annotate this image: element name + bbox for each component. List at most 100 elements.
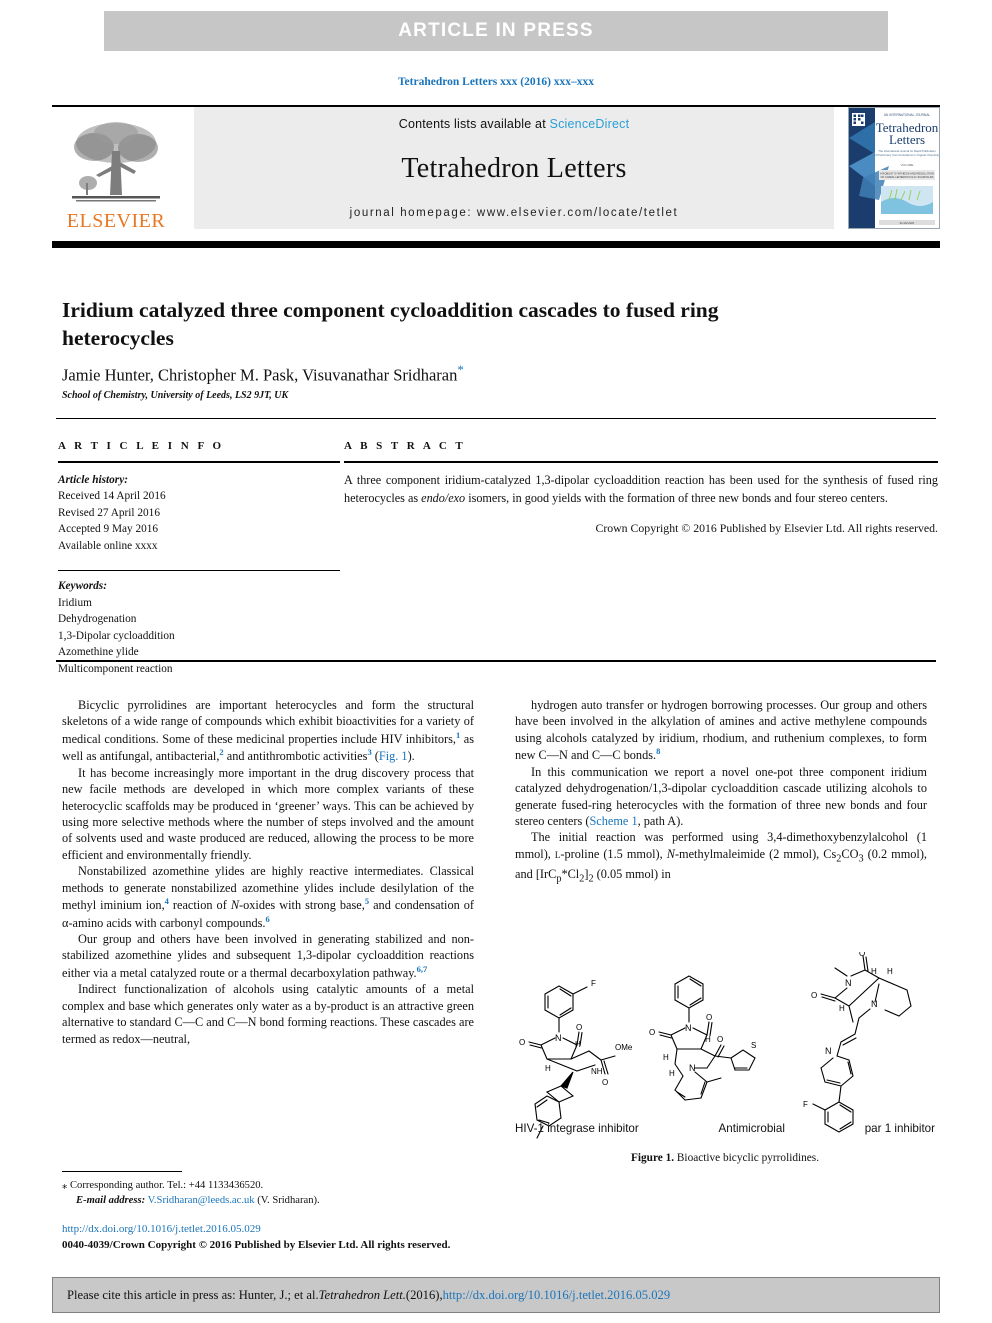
journal-cover-image: AN INTERNATIONAL JOURNAL Tetrahedron Let… bbox=[849, 108, 940, 228]
svg-text:N: N bbox=[555, 1033, 562, 1043]
svg-text:N: N bbox=[825, 1046, 832, 1056]
corresponding-author-note: ⁎ Corresponding author. Tel.: +44 113343… bbox=[62, 1178, 482, 1193]
body-paragraph: hydrogen auto transfer or hydrogen borro… bbox=[515, 698, 927, 763]
journal-homepage-line[interactable]: journal homepage: www.elsevier.com/locat… bbox=[350, 207, 679, 219]
figure-caption-text: Bioactive bicyclic pyrrolidines. bbox=[674, 1152, 820, 1164]
history-item: Accepted 9 May 2016 bbox=[58, 523, 159, 536]
elsevier-wordmark: ELSEVIER bbox=[66, 210, 166, 232]
masthead-bottom-rule bbox=[52, 241, 940, 248]
svg-text:N: N bbox=[845, 978, 852, 988]
abstract-emphasis: endo/exo bbox=[421, 490, 466, 505]
body-column-right: hydrogen auto transfer or hydrogen borro… bbox=[515, 697, 927, 886]
elsevier-tree-icon bbox=[72, 122, 160, 202]
svg-text:O: O bbox=[602, 1078, 608, 1087]
doi-block: http://dx.doi.org/10.1016/j.tetlet.2016.… bbox=[62, 1222, 522, 1253]
keyword-item: Multicomponent reaction bbox=[58, 662, 173, 675]
email-address-label: E-mail address: bbox=[76, 1195, 146, 1207]
abstract-column: A B S T R A C T A three component iridiu… bbox=[344, 440, 938, 536]
svg-text:VOLUME: VOLUME bbox=[901, 163, 914, 167]
body-paragraph: Nonstabilized azomethine ylides are high… bbox=[62, 864, 475, 930]
svg-text:O: O bbox=[519, 1038, 525, 1047]
journal-title: Tetrahedron Letters bbox=[401, 153, 627, 184]
svg-text:F: F bbox=[591, 979, 596, 988]
article-in-press-banner: ARTICLE IN PRESS bbox=[104, 11, 888, 51]
cite-this-article-bar: Please cite this article in press as: Hu… bbox=[52, 1277, 940, 1313]
keywords-block: Keywords: Iridium Dehydrogenation 1,3-Di… bbox=[58, 578, 340, 677]
svg-text:N: N bbox=[871, 999, 878, 1009]
sciencedirect-link[interactable]: ScienceDirect bbox=[550, 117, 630, 131]
svg-text:H: H bbox=[575, 1040, 581, 1049]
structure-label-hiv: HIV-1 integrase inhibitor bbox=[515, 1122, 639, 1135]
article-in-press-label: ARTICLE IN PRESS bbox=[398, 20, 594, 41]
svg-text:NH: NH bbox=[591, 1067, 603, 1076]
svg-text:O: O bbox=[706, 1013, 712, 1022]
svg-text:of Preliminary Communications: of Preliminary Communications in Organic… bbox=[874, 153, 940, 157]
corresponding-author-marker: * bbox=[457, 362, 464, 377]
affiliation: School of Chemistry, University of Leeds… bbox=[62, 390, 289, 401]
history-item: Available online xxxx bbox=[58, 539, 158, 552]
svg-text:O: O bbox=[811, 991, 817, 1000]
article-info-rule bbox=[58, 461, 340, 463]
svg-text:F: F bbox=[803, 1100, 808, 1109]
body-paragraph: Our group and others have been involved … bbox=[62, 932, 474, 980]
info-section-bottom-rule bbox=[56, 660, 936, 662]
page-title: Iridium catalyzed three component cycloa… bbox=[62, 298, 719, 351]
email-link[interactable]: V.Sridharan@leeds.ac.uk bbox=[148, 1195, 255, 1206]
svg-text:O: O bbox=[717, 1035, 723, 1044]
cite-prefix: Please cite this article in press as: Hu… bbox=[67, 1287, 319, 1302]
article-history-block: Article history: Received 14 April 2016 … bbox=[58, 472, 340, 554]
footnote-marker: ⁎ bbox=[62, 1180, 68, 1191]
title-bottom-rule bbox=[56, 418, 936, 419]
svg-text:H: H bbox=[839, 1004, 845, 1013]
body-column-left: Bicyclic pyrrolidines are important hete… bbox=[62, 697, 474, 1047]
journal-cover-thumbnail: AN INTERNATIONAL JOURNAL Tetrahedron Let… bbox=[848, 107, 940, 229]
keywords-divider bbox=[58, 570, 340, 572]
structure-label-antimicrobial: Antimicrobial bbox=[718, 1122, 785, 1135]
keyword-item: Iridium bbox=[58, 596, 92, 609]
history-item: Revised 27 April 2016 bbox=[58, 506, 160, 519]
svg-text:ELSEVIER: ELSEVIER bbox=[900, 221, 916, 225]
elsevier-logo: ELSEVIER bbox=[52, 107, 180, 231]
svg-text:Letters: Letters bbox=[889, 132, 925, 147]
abstract-heading: A B S T R A C T bbox=[344, 440, 466, 452]
keywords-label: Keywords: bbox=[58, 580, 107, 593]
issn-copyright-line: 0040-4039/Crown Copyright © 2016 Publish… bbox=[62, 1238, 451, 1251]
keyword-item: Dehydrogenation bbox=[58, 613, 137, 626]
body-paragraph: It has become increasingly more importan… bbox=[62, 765, 474, 862]
footnote-block: ⁎ Corresponding author. Tel.: +44 113343… bbox=[62, 1178, 482, 1209]
svg-text:O: O bbox=[576, 1023, 582, 1032]
svg-text:H: H bbox=[545, 1064, 551, 1073]
cite-middle: (2016), bbox=[405, 1287, 443, 1302]
svg-text:H: H bbox=[669, 1069, 675, 1078]
svg-text:N: N bbox=[685, 1023, 692, 1033]
doi-link[interactable]: http://dx.doi.org/10.1016/j.tetlet.2016.… bbox=[62, 1223, 261, 1235]
svg-text:A ROBUST SYNTHESIS AND RESOLUT: A ROBUST SYNTHESIS AND RESOLUTION bbox=[880, 172, 934, 176]
svg-text:H: H bbox=[663, 1053, 669, 1062]
svg-text:S: S bbox=[751, 1041, 756, 1050]
footnote-rule bbox=[62, 1171, 182, 1172]
cite-doi-link[interactable]: http://dx.doi.org/10.1016/j.tetlet.2016.… bbox=[443, 1288, 671, 1303]
keyword-item: Azomethine ylide bbox=[58, 646, 139, 659]
abstract-text: A three component iridium-catalyzed 1,3-… bbox=[344, 472, 938, 507]
body-paragraph: In this communication we report a novel … bbox=[515, 764, 927, 828]
abstract-part-2: isomers, in good yields with the formati… bbox=[465, 490, 888, 505]
body-paragraph: The initial reaction was performed using… bbox=[515, 830, 927, 885]
cite-journal-name: Tetrahedron Lett. bbox=[318, 1287, 406, 1302]
figure-caption: Figure 1. Bioactive bicyclic pyrrolidine… bbox=[515, 1152, 935, 1164]
abstract-rule bbox=[344, 461, 938, 463]
author-list: Jamie Hunter, Christopher M. Pask, Visuv… bbox=[62, 362, 862, 386]
article-info-column: A R T I C L E I N F O Article history: R… bbox=[58, 440, 340, 677]
keyword-item: 1,3-Dipolar cycloaddition bbox=[58, 629, 175, 642]
body-paragraph: Bicyclic pyrrolidines are important hete… bbox=[62, 698, 474, 764]
masthead-center-panel: Contents lists available at ScienceDirec… bbox=[194, 107, 834, 229]
article-info-heading: A R T I C L E I N F O bbox=[58, 440, 225, 452]
email-note: E-mail address: V.Sridharan@leeds.ac.uk … bbox=[62, 1193, 482, 1208]
svg-text:H: H bbox=[887, 967, 893, 976]
svg-text:H: H bbox=[705, 1035, 711, 1044]
journal-masthead: ELSEVIER Contents lists available at Sci… bbox=[52, 107, 940, 231]
contents-lists-line: Contents lists available at ScienceDirec… bbox=[399, 117, 630, 131]
author-names: Jamie Hunter, Christopher M. Pask, Visuv… bbox=[62, 365, 458, 385]
contents-prefix-label: Contents lists available at bbox=[398, 117, 550, 131]
svg-text:H: H bbox=[871, 967, 877, 976]
email-owner: (V. Sridharan). bbox=[254, 1195, 320, 1207]
